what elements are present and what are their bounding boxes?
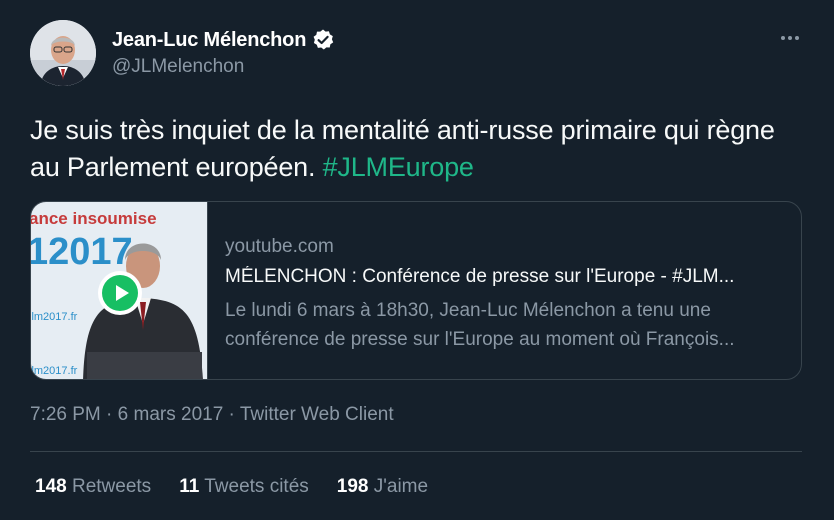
retweets-stat[interactable]: 148 Retweets [35, 476, 151, 498]
thumbnail-banner-url-2: jlm2017.fr [31, 365, 78, 377]
tweet-time[interactable]: 7:26 PM [30, 404, 101, 425]
avatar[interactable] [30, 20, 96, 86]
quote-tweets-label: Tweets cités [204, 476, 309, 497]
link-card[interactable]: ance insoumise 12017 jlm2017.fr jlm2017.… [30, 201, 802, 380]
likes-count: 198 [336, 476, 369, 497]
tweet-stats: 148 Retweets 11 Tweets cités 198 J'aime [35, 476, 428, 498]
likes-label: J'aime [373, 476, 429, 497]
thumbnail-banner-year: 12017 [31, 231, 133, 273]
link-card-description-line: Le lundi 6 mars à 18h30, Jean-Luc Mélenc… [225, 300, 711, 321]
link-card-description: Le lundi 6 mars à 18h30, Jean-Luc Mélenc… [225, 296, 791, 354]
link-card-domain: youtube.com [225, 236, 334, 257]
tweet-date[interactable]: 6 mars 2017 [118, 404, 224, 425]
quote-tweets-stat[interactable]: 11 Tweets cités [179, 476, 309, 498]
divider [30, 451, 802, 452]
link-card-body: youtube.com MÉLENCHON : Conférence de pr… [225, 236, 791, 354]
author-display-name[interactable]: Jean-Luc Mélenchon [112, 29, 306, 52]
retweets-label: Retweets [71, 476, 152, 497]
tweet-text: Je suis très inquiet de la mentalité ant… [30, 112, 810, 186]
video-thumbnail[interactable]: ance insoumise 12017 jlm2017.fr jlm2017.… [31, 202, 208, 379]
meta-separator: · [100, 404, 118, 425]
thumbnail-banner-text: ance insoumise [31, 209, 157, 228]
retweets-count: 148 [35, 476, 67, 497]
avatar-image [30, 20, 96, 86]
likes-stat[interactable]: 198 J'aime [337, 476, 428, 498]
quote-tweets-count: 11 [179, 476, 200, 497]
thumbnail-banner-url: jlm2017.fr [31, 311, 78, 323]
tweet: Jean-Luc Mélenchon @JLMelenchon Je suis … [0, 0, 834, 520]
link-card-title: MÉLENCHON : Conférence de presse sur l'E… [225, 266, 735, 287]
meta-separator: · [223, 404, 240, 425]
tweet-client[interactable]: Twitter Web Client [240, 404, 394, 425]
tweet-meta: 7:26 PM · 6 mars 2017 · Twitter Web Clie… [30, 404, 394, 426]
author-handle[interactable]: @JLMelenchon [112, 56, 244, 78]
more-options-icon[interactable] [778, 28, 802, 48]
play-icon[interactable] [98, 271, 142, 315]
link-card-description-line: conférence de presse sur l'Europe au mom… [225, 329, 735, 350]
verified-badge-icon [311, 28, 335, 52]
author-name-row: Jean-Luc Mélenchon [112, 28, 335, 52]
hashtag-link[interactable]: #JLMEurope [323, 152, 474, 182]
